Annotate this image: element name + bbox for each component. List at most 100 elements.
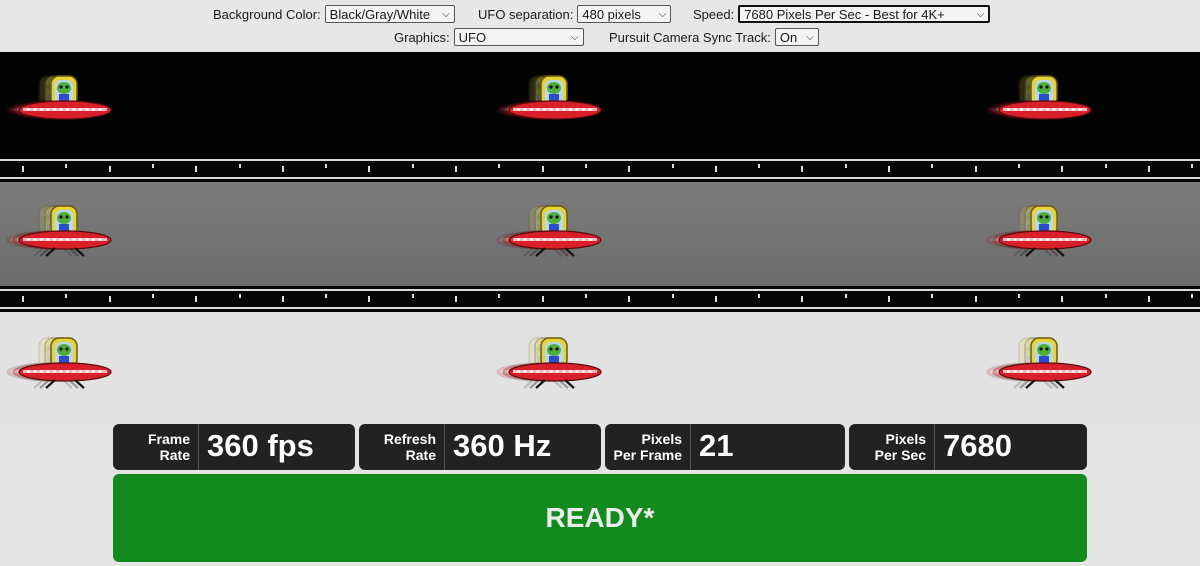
track-tick: [22, 166, 24, 172]
track-tick: [1061, 296, 1063, 302]
frame-rate-label: Frame Rate: [113, 424, 199, 470]
pixels-per-sec-value: 7680: [943, 428, 1012, 463]
track-tick: [672, 164, 674, 168]
background-color-label: Background Color:: [213, 7, 321, 22]
ufo-sprite: [986, 336, 1095, 396]
graphics-label: Graphics:: [394, 30, 450, 45]
track-tick: [1191, 294, 1193, 298]
background-color-select[interactable]: Black/Gray/White ⌵: [324, 5, 455, 23]
ufo-sprite: [986, 204, 1095, 264]
track-tick: [1018, 294, 1020, 298]
track-tick: [715, 296, 717, 302]
frame-rate-stat: Frame Rate 360 fps: [113, 424, 355, 470]
background-color-control: Background Color: Black/Gray/White ⌵: [213, 5, 455, 25]
pursuit-camera-value: On: [779, 30, 798, 45]
track-tick: [585, 164, 587, 168]
track-tick: [628, 296, 630, 302]
track-tick: [152, 294, 154, 298]
refresh-rate-label: Refresh Rate: [359, 424, 445, 470]
ufo-sprite: [496, 336, 605, 396]
background-color-value: Black/Gray/White: [329, 7, 431, 22]
pixels-per-frame-value: 21: [699, 428, 734, 463]
ufo-sprite: [986, 74, 1095, 134]
track-tick: [65, 294, 67, 298]
track-tick: [715, 166, 717, 172]
track-tick: [195, 166, 197, 172]
track-tick: [498, 294, 500, 298]
ufo-sprite: [6, 336, 115, 396]
track-rail: [0, 177, 1200, 179]
track-tick: [975, 166, 977, 172]
track-tick: [801, 166, 803, 172]
track-tick: [758, 294, 760, 298]
chevron-down-icon: ⌵: [442, 9, 450, 20]
track-tick: [628, 166, 630, 172]
pursuit-camera-control: Pursuit Camera Sync Track: On ⌵: [609, 28, 819, 48]
track-tick: [931, 294, 933, 298]
pixels-per-frame-label: Pixels Per Frame: [605, 424, 691, 470]
graphics-select[interactable]: UFO ⌵: [453, 28, 584, 46]
pixels-per-frame-stat: Pixels Per Frame 21: [605, 424, 845, 470]
track-tick: [412, 294, 414, 298]
track-tick: [109, 296, 111, 302]
chevron-down-icon: ⌵: [658, 9, 667, 20]
track-tick: [368, 296, 370, 302]
track-tick: [455, 296, 457, 302]
chevron-down-icon: ⌵: [806, 32, 814, 43]
settings-bar: Background Color: Black/Gray/White ⌵ UFO s…: [0, 0, 1200, 52]
track-tick: [239, 164, 241, 168]
pursuit-sync-track: [0, 156, 1200, 182]
white-lane: [0, 312, 1200, 424]
ufo-separation-label: UFO separation:: [478, 7, 574, 22]
track-tick: [282, 296, 284, 302]
track-tick: [65, 164, 67, 168]
chevron-down-icon: ⌵: [976, 9, 985, 20]
refresh-rate-value: 360 Hz: [453, 428, 552, 463]
track-tick: [455, 166, 457, 172]
speed-control: Speed: 7680 Pixels Per Sec - Best for 4K+…: [693, 5, 991, 25]
track-tick: [412, 164, 414, 168]
track-tick: [1105, 294, 1107, 298]
track-tick: [542, 296, 544, 302]
track-tick: [498, 164, 500, 168]
ufo-sprite: [496, 204, 605, 264]
track-tick: [1061, 166, 1063, 172]
track-tick: [888, 296, 890, 302]
track-tick: [282, 166, 284, 172]
track-tick: [845, 294, 847, 298]
track-tick: [672, 294, 674, 298]
track-tick: [22, 296, 24, 302]
ufo-sprite: [6, 74, 115, 134]
pursuit-camera-select[interactable]: On ⌵: [774, 28, 819, 46]
chevron-down-icon: ⌵: [571, 32, 579, 43]
track-tick: [152, 164, 154, 168]
track-tick: [1018, 164, 1020, 168]
track-tick: [801, 296, 803, 302]
track-tick: [109, 166, 111, 172]
track-rail: [0, 289, 1200, 291]
track-tick: [931, 164, 933, 168]
graphics-value: UFO: [458, 30, 487, 45]
track-tick: [325, 294, 327, 298]
track-tick: [585, 294, 587, 298]
track-tick: [1191, 164, 1193, 168]
track-tick: [542, 166, 544, 172]
ufo-sprite: [496, 74, 605, 134]
ufo-separation-select[interactable]: 480 pixels ⌵: [577, 5, 672, 23]
ready-status-banner: READY*: [113, 474, 1087, 562]
gray-lane: [0, 182, 1200, 286]
track-tick: [195, 296, 197, 302]
track-tick: [1148, 166, 1150, 172]
track-rail: [0, 159, 1200, 161]
pixels-per-sec-stat: Pixels Per Sec 7680: [849, 424, 1087, 470]
track-tick: [368, 166, 370, 172]
track-tick: [1148, 296, 1150, 302]
ufo-sprite: [6, 204, 115, 264]
black-lane: [0, 52, 1200, 156]
speed-select[interactable]: 7680 Pixels Per Sec - Best for 4K+ ⌵: [738, 5, 991, 23]
pursuit-camera-label: Pursuit Camera Sync Track:: [609, 30, 771, 45]
frame-rate-value: 360 fps: [207, 428, 314, 463]
track-rail: [0, 307, 1200, 309]
track-tick: [239, 294, 241, 298]
pixels-per-sec-label: Pixels Per Sec: [849, 424, 935, 470]
